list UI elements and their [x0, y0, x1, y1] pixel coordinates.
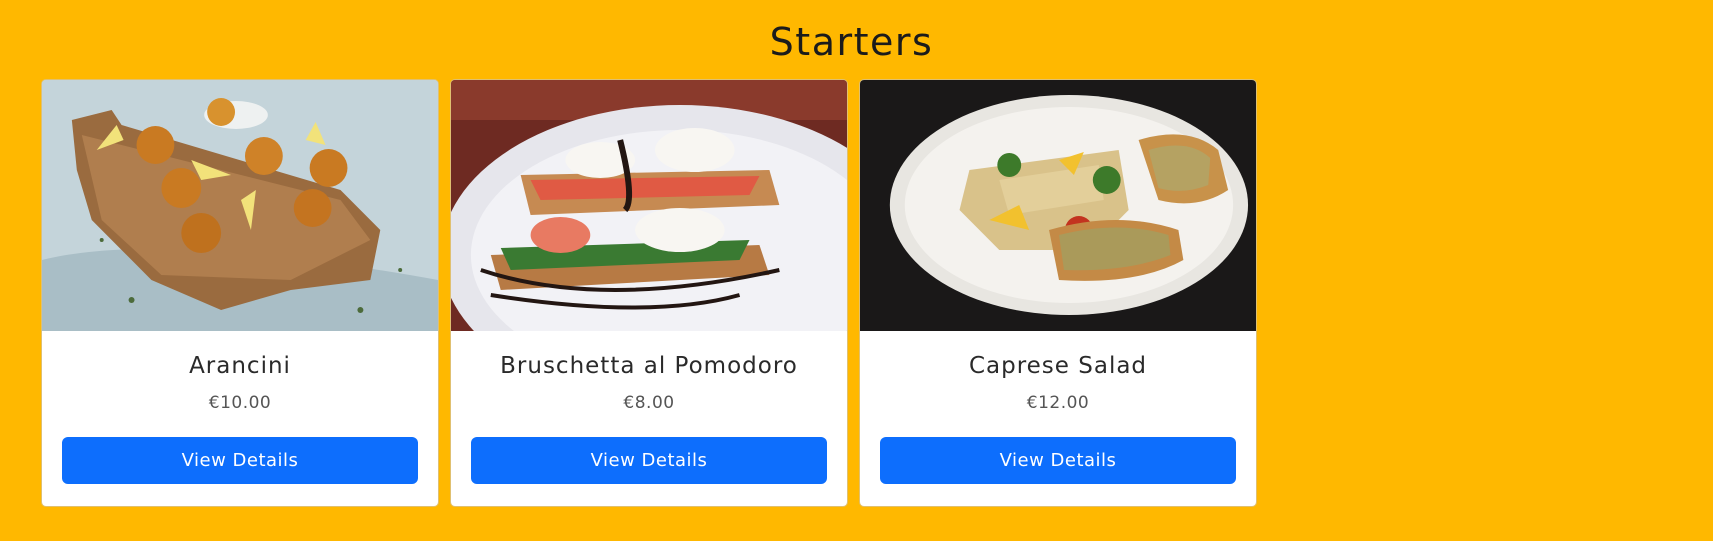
menu-card-bruschetta: Bruschetta al Pomodoro €8.00 View Detail…	[450, 79, 848, 507]
view-details-button[interactable]: View Details	[880, 437, 1236, 484]
menu-card-arancini: Arancini €10.00 View Details	[41, 79, 439, 507]
menu-card-caprese-salad: Caprese Salad €12.00 View Details	[859, 79, 1257, 507]
caprese-salad-photo	[860, 80, 1256, 331]
item-name: Arancini	[189, 353, 291, 379]
item-name: Caprese Salad	[968, 353, 1148, 379]
item-price: €12.00	[1026, 393, 1090, 413]
item-price: €10.00	[208, 393, 272, 413]
menu-cards: Arancini €10.00 View Details Bruschetta …	[41, 79, 1257, 507]
section-title: Starters	[769, 20, 934, 64]
bruschetta-photo	[451, 80, 847, 331]
item-price: €8.00	[623, 393, 675, 413]
view-details-button[interactable]: View Details	[471, 437, 827, 484]
view-details-button[interactable]: View Details	[62, 437, 418, 484]
arancini-photo	[42, 80, 438, 331]
item-name: Bruschetta al Pomodoro	[500, 353, 798, 379]
